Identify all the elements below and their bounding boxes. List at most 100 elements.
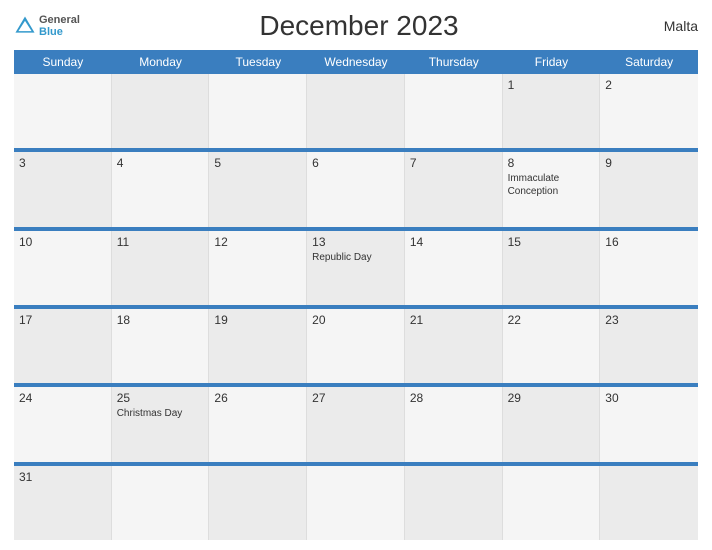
logo-icon bbox=[14, 15, 36, 37]
calendar-cell-r1-c3: 6 bbox=[307, 152, 405, 226]
day-number: 24 bbox=[19, 391, 106, 405]
calendar-cell-r3-c5: 22 bbox=[503, 309, 601, 383]
day-number: 19 bbox=[214, 313, 301, 327]
calendar-cell-r4-c2: 26 bbox=[209, 387, 307, 461]
calendar-cell-r4-c1: 25 Christmas Day bbox=[112, 387, 210, 461]
calendar-row-2: 10 11 12 13 Republic Day 14 15 16 bbox=[14, 229, 698, 307]
day-number: 13 bbox=[312, 235, 399, 249]
calendar-cell-r5-c1 bbox=[112, 466, 210, 540]
header: General Blue December 2023 Malta bbox=[14, 10, 698, 42]
day-number: 12 bbox=[214, 235, 301, 249]
calendar-cell-r4-c4: 28 bbox=[405, 387, 503, 461]
day-number: 20 bbox=[312, 313, 399, 327]
calendar-cell-r2-c3: 13 Republic Day bbox=[307, 231, 405, 305]
day-number: 9 bbox=[605, 156, 693, 170]
calendar-cell-r1-c6: 9 bbox=[600, 152, 698, 226]
calendar-cell-r1-c4: 7 bbox=[405, 152, 503, 226]
calendar-cell-r0-c2 bbox=[209, 74, 307, 148]
calendar-cell-r5-c3 bbox=[307, 466, 405, 540]
day-number: 16 bbox=[605, 235, 693, 249]
logo-text: General Blue bbox=[39, 14, 80, 38]
calendar-cell-r2-c6: 16 bbox=[600, 231, 698, 305]
calendar-cell-r3-c4: 21 bbox=[405, 309, 503, 383]
calendar-cell-r0-c5: 1 bbox=[503, 74, 601, 148]
calendar-row-0: 12 bbox=[14, 74, 698, 150]
calendar-cell-r2-c1: 11 bbox=[112, 231, 210, 305]
day-number: 18 bbox=[117, 313, 204, 327]
calendar-cell-r4-c6: 30 bbox=[600, 387, 698, 461]
calendar-body: 12345678Immaculate Conception910111213Re… bbox=[14, 74, 698, 540]
header-wednesday: Wednesday bbox=[307, 50, 405, 74]
header-thursday: Thursday bbox=[405, 50, 503, 74]
day-number: 10 bbox=[19, 235, 106, 249]
day-number: 2 bbox=[605, 78, 693, 92]
holiday-label: Christmas Day bbox=[117, 407, 204, 420]
header-sunday: Sunday bbox=[14, 50, 112, 74]
calendar-cell-r3-c2: 19 bbox=[209, 309, 307, 383]
day-number: 25 bbox=[117, 391, 204, 405]
holiday-label: Immaculate Conception bbox=[508, 172, 595, 198]
calendar-row-5: 31 bbox=[14, 464, 698, 540]
day-number: 8 bbox=[508, 156, 595, 170]
calendar-cell-r2-c5: 15 bbox=[503, 231, 601, 305]
calendar-row-1: 345678 Immaculate Conception 9 bbox=[14, 150, 698, 228]
calendar-cell-r1-c1: 4 bbox=[112, 152, 210, 226]
calendar-cell-r1-c0: 3 bbox=[14, 152, 112, 226]
calendar-cell-r5-c6 bbox=[600, 466, 698, 540]
day-number: 5 bbox=[214, 156, 301, 170]
day-number: 26 bbox=[214, 391, 301, 405]
calendar-cell-r0-c3 bbox=[307, 74, 405, 148]
calendar-cell-r1-c2: 5 bbox=[209, 152, 307, 226]
header-friday: Friday bbox=[503, 50, 601, 74]
day-number: 29 bbox=[508, 391, 595, 405]
day-number: 17 bbox=[19, 313, 106, 327]
calendar-cell-r5-c5 bbox=[503, 466, 601, 540]
calendar-cell-r2-c2: 12 bbox=[209, 231, 307, 305]
calendar-cell-r4-c3: 27 bbox=[307, 387, 405, 461]
header-saturday: Saturday bbox=[600, 50, 698, 74]
calendar-cell-r2-c0: 10 bbox=[14, 231, 112, 305]
header-tuesday: Tuesday bbox=[209, 50, 307, 74]
calendar-cell-r3-c3: 20 bbox=[307, 309, 405, 383]
calendar-cell-r2-c4: 14 bbox=[405, 231, 503, 305]
day-number: 28 bbox=[410, 391, 497, 405]
header-monday: Monday bbox=[112, 50, 210, 74]
calendar-cell-r1-c5: 8 Immaculate Conception bbox=[503, 152, 601, 226]
day-number: 4 bbox=[117, 156, 204, 170]
day-number: 3 bbox=[19, 156, 106, 170]
day-number: 11 bbox=[117, 235, 204, 249]
holiday-label: Republic Day bbox=[312, 251, 399, 264]
day-number: 21 bbox=[410, 313, 497, 327]
logo-general-text: General bbox=[39, 14, 80, 26]
day-number: 6 bbox=[312, 156, 399, 170]
calendar-cell-r5-c2 bbox=[209, 466, 307, 540]
day-number: 1 bbox=[508, 78, 595, 92]
day-number: 27 bbox=[312, 391, 399, 405]
calendar-cell-r4-c5: 29 bbox=[503, 387, 601, 461]
calendar-cell-r3-c0: 17 bbox=[14, 309, 112, 383]
day-number: 14 bbox=[410, 235, 497, 249]
day-number: 23 bbox=[605, 313, 693, 327]
calendar-cell-r5-c4 bbox=[405, 466, 503, 540]
country-label: Malta bbox=[638, 18, 698, 34]
day-number: 22 bbox=[508, 313, 595, 327]
calendar-row-4: 24 25 Christmas Day 26 27 28 29 30 bbox=[14, 385, 698, 463]
logo-blue-text: Blue bbox=[39, 26, 80, 38]
logo: General Blue bbox=[14, 14, 80, 38]
calendar-cell-r3-c6: 23 bbox=[600, 309, 698, 383]
calendar-cell-r4-c0: 24 bbox=[14, 387, 112, 461]
calendar-cell-r5-c0: 31 bbox=[14, 466, 112, 540]
calendar-header: Sunday Monday Tuesday Wednesday Thursday… bbox=[14, 50, 698, 74]
calendar-cell-r3-c1: 18 bbox=[112, 309, 210, 383]
day-number: 15 bbox=[508, 235, 595, 249]
calendar: Sunday Monday Tuesday Wednesday Thursday… bbox=[14, 50, 698, 540]
calendar-cell-r0-c0 bbox=[14, 74, 112, 148]
page: General Blue December 2023 Malta Sunday … bbox=[0, 0, 712, 550]
day-number: 7 bbox=[410, 156, 497, 170]
calendar-cell-r0-c4 bbox=[405, 74, 503, 148]
calendar-cell-r0-c1 bbox=[112, 74, 210, 148]
calendar-title: December 2023 bbox=[80, 10, 638, 42]
day-number: 31 bbox=[19, 470, 106, 484]
day-number: 30 bbox=[605, 391, 693, 405]
calendar-cell-r0-c6: 2 bbox=[600, 74, 698, 148]
